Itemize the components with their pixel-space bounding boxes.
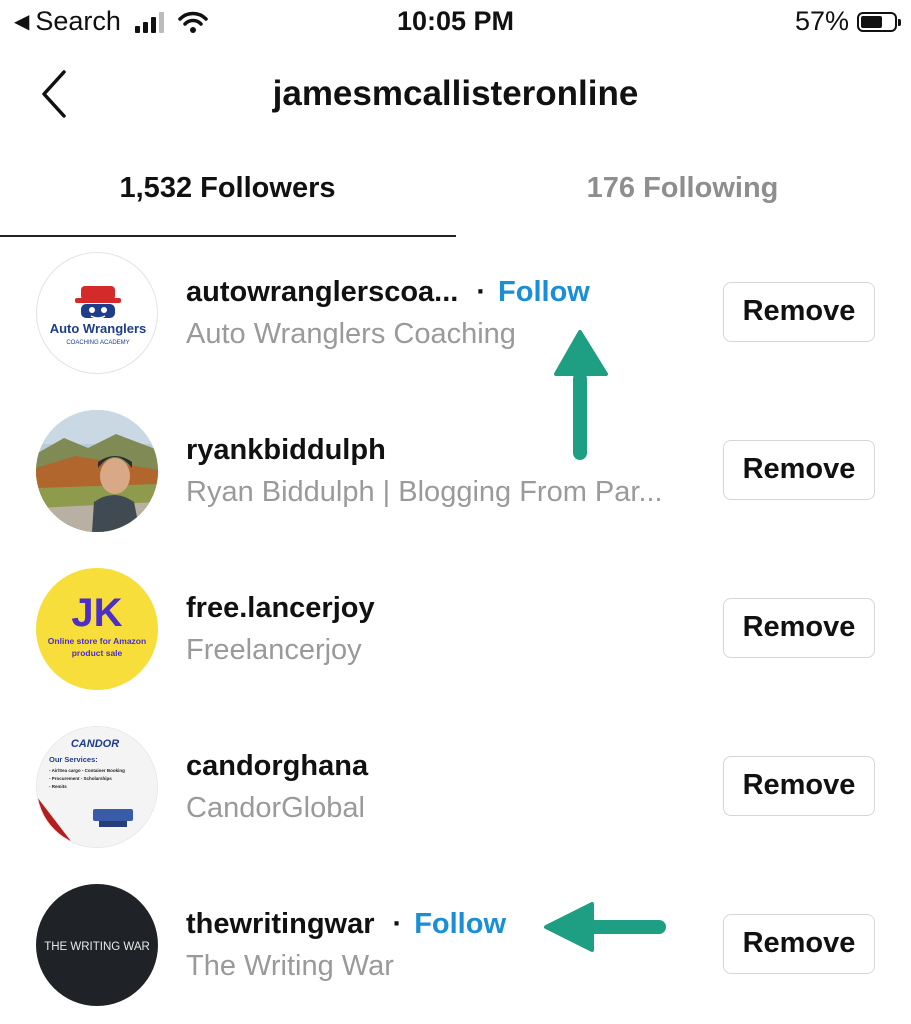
list-item[interactable]: Auto Wranglers COACHING ACADEMY autowran… — [0, 252, 911, 374]
avatar[interactable] — [36, 410, 158, 532]
svg-text:- Air/Sea cargo - Container Bo: - Air/Sea cargo - Container Booking — [49, 768, 125, 773]
auto-wranglers-logo: Auto Wranglers COACHING ACADEMY — [50, 286, 147, 346]
username-line: autowranglerscoa... · Follow — [186, 276, 590, 309]
list-item[interactable]: CANDOR Our Services: - Air/Sea cargo - C… — [0, 726, 911, 848]
avatar[interactable]: THE WRITING WAR — [36, 884, 158, 1006]
nav-header: jamesmcallisteronline — [0, 60, 911, 130]
list-item[interactable]: ryankbiddulph Ryan Biddulph | Blogging F… — [0, 410, 911, 532]
remove-button[interactable]: Remove — [723, 440, 875, 500]
avatar[interactable]: Auto Wranglers COACHING ACADEMY — [36, 252, 158, 374]
full-name: Ryan Biddulph | Blogging From Par... — [186, 476, 663, 508]
status-bar: ◀ Search 10:05 PM 57% — [0, 0, 911, 50]
svg-text:- Procurement - Scholarships: - Procurement - Scholarships — [49, 776, 112, 781]
separator-dot: · — [392, 908, 403, 940]
list-item[interactable]: JK Online store for Amazon product sale … — [0, 568, 911, 690]
candor-flyer: CANDOR Our Services: - Air/Sea cargo - C… — [37, 727, 157, 847]
svg-text:THE WRITING WAR: THE WRITING WAR — [44, 941, 150, 953]
remove-button[interactable]: Remove — [723, 598, 875, 658]
active-tab-indicator — [0, 235, 456, 237]
battery-icon — [857, 11, 901, 32]
full-name: The Writing War — [186, 950, 394, 982]
username-line: thewritingwar · Follow — [186, 908, 506, 941]
username[interactable]: autowranglerscoa... — [186, 276, 458, 309]
remove-button[interactable]: Remove — [723, 756, 875, 816]
username-line: candorghana — [186, 750, 368, 783]
page-title: jamesmcallisteronline — [272, 74, 639, 113]
tab-bar: 1,532 Followers 176 Following — [0, 160, 911, 238]
follow-button[interactable]: Follow — [498, 276, 590, 309]
username[interactable]: candorghana — [186, 750, 368, 783]
full-name: Freelancerjoy — [186, 634, 362, 666]
svg-text:product sale: product sale — [72, 648, 123, 658]
profile-photo — [36, 410, 158, 532]
battery-percent: 57% — [794, 6, 849, 36]
follow-button[interactable]: Follow — [414, 908, 506, 941]
svg-text:CANDOR: CANDOR — [71, 738, 119, 750]
annotation-arrow-left-icon — [544, 902, 666, 952]
annotation-arrow-up-icon — [554, 330, 608, 460]
avatar[interactable]: CANDOR Our Services: - Air/Sea cargo - C… — [36, 726, 158, 848]
username[interactable]: free.lancerjoy — [186, 592, 375, 625]
username-line: ryankbiddulph — [186, 434, 386, 467]
status-time: 10:05 PM — [396, 6, 515, 36]
full-name: Auto Wranglers Coaching — [186, 318, 516, 350]
remove-button[interactable]: Remove — [723, 914, 875, 974]
svg-text:COACHING ACADEMY: COACHING ACADEMY — [66, 340, 129, 346]
svg-text:Auto Wranglers: Auto Wranglers — [50, 321, 147, 336]
the-writing-war-logo: THE WRITING WAR — [44, 941, 150, 953]
full-name: CandorGlobal — [186, 792, 365, 824]
svg-text:Online store for Amazon: Online store for Amazon — [48, 636, 146, 646]
svg-text:Our Services:: Our Services: — [49, 755, 98, 764]
svg-text:JK: JK — [71, 591, 122, 635]
tab-followers[interactable]: 1,532 Followers — [0, 172, 455, 205]
tab-following[interactable]: 176 Following — [455, 172, 910, 205]
status-battery: 57% — [794, 6, 901, 37]
svg-text:- Remits: - Remits — [49, 784, 67, 789]
username[interactable]: thewritingwar — [186, 908, 375, 941]
avatar[interactable]: JK Online store for Amazon product sale — [36, 568, 158, 690]
freelancerjoy-logo: JK Online store for Amazon product sale — [48, 591, 146, 658]
separator-dot: · — [476, 276, 487, 308]
remove-button[interactable]: Remove — [723, 282, 875, 342]
username[interactable]: ryankbiddulph — [186, 434, 386, 467]
username-line: free.lancerjoy — [186, 592, 375, 625]
list-item[interactable]: THE WRITING WAR thewritingwar · Follow T… — [0, 884, 911, 1006]
